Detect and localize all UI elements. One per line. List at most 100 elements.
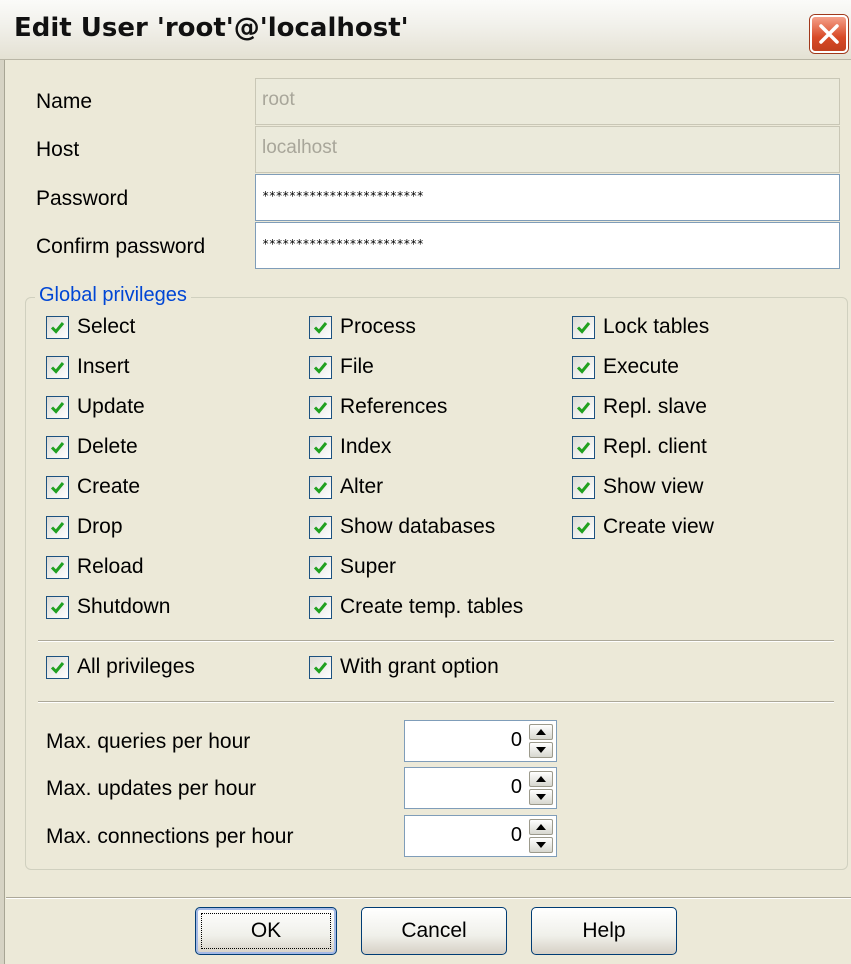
ok-button-label: OK — [250, 919, 282, 942]
checkbox-box — [309, 656, 332, 679]
separator — [38, 701, 834, 703]
separator — [38, 640, 834, 642]
checkbox-box — [46, 516, 69, 539]
checkbox-box — [309, 436, 332, 459]
max-updates-input[interactable]: 0 — [404, 767, 557, 809]
checkbox-box — [46, 436, 69, 459]
check-icon — [576, 322, 591, 334]
help-button[interactable]: Help — [531, 907, 677, 955]
checkbox-box — [309, 516, 332, 539]
check-icon — [50, 602, 65, 614]
check-icon — [576, 402, 591, 414]
spin-down-button[interactable] — [529, 789, 553, 805]
max-updates-spinner — [529, 771, 553, 805]
check-icon — [313, 602, 328, 614]
checkbox-box — [572, 396, 595, 419]
arrow-up-icon — [536, 776, 546, 782]
arrow-up-icon — [536, 729, 546, 735]
spin-up-button[interactable] — [529, 819, 553, 835]
check-icon — [50, 482, 65, 494]
checkbox-box — [309, 596, 332, 619]
spin-down-button[interactable] — [529, 742, 553, 758]
checkbox-box — [309, 356, 332, 379]
max-queries-spinner — [529, 724, 553, 758]
help-button-label: Help — [582, 919, 626, 942]
check-icon — [50, 662, 65, 674]
window-border — [0, 60, 5, 964]
check-icon — [313, 482, 328, 494]
all-privileges-label: All privileges — [77, 655, 195, 678]
check-icon — [313, 442, 328, 454]
privilege-label: Drop — [77, 515, 123, 538]
check-icon — [313, 522, 328, 534]
check-icon — [50, 402, 65, 414]
check-icon — [313, 362, 328, 374]
checkbox-box — [46, 356, 69, 379]
max-connections-label: Max. connections per hour — [46, 825, 294, 848]
check-icon — [50, 322, 65, 334]
spin-down-button[interactable] — [529, 837, 553, 853]
host-label: Host — [36, 138, 80, 161]
check-icon — [50, 442, 65, 454]
spin-up-button[interactable] — [529, 724, 553, 740]
checkbox-box — [309, 316, 332, 339]
password-field[interactable]: ************************ — [255, 174, 840, 221]
privilege-label: File — [340, 355, 374, 378]
title-bar: Edit User 'root'@'localhost' — [0, 0, 851, 60]
button-bar-separator — [6, 897, 851, 899]
checkbox-box — [46, 596, 69, 619]
checkbox-box — [309, 396, 332, 419]
cancel-button[interactable]: Cancel — [361, 907, 507, 955]
privilege-label: Repl. client — [603, 435, 707, 458]
privilege-label: Create view — [603, 515, 714, 538]
arrow-up-icon — [536, 824, 546, 830]
max-connections-input[interactable]: 0 — [404, 815, 557, 857]
checkbox-box — [309, 476, 332, 499]
checkbox-box — [572, 516, 595, 539]
name-field[interactable]: root — [255, 78, 840, 125]
checkbox-box — [46, 476, 69, 499]
max-updates-label: Max. updates per hour — [46, 777, 257, 800]
privilege-label: Shutdown — [77, 595, 171, 618]
check-icon — [313, 402, 328, 414]
check-icon — [313, 562, 328, 574]
check-icon — [50, 562, 65, 574]
checkbox-box — [572, 356, 595, 379]
max-connections-value: 0 — [510, 824, 522, 846]
check-icon — [50, 522, 65, 534]
max-queries-input[interactable]: 0 — [404, 720, 557, 762]
with-grant-option-label: With grant option — [340, 655, 499, 678]
check-icon — [576, 522, 591, 534]
check-icon — [576, 442, 591, 454]
privilege-label: Process — [340, 315, 416, 338]
privilege-label: Insert — [77, 355, 130, 378]
confirm-password-field[interactable]: ************************ — [255, 222, 840, 269]
ok-button[interactable]: OK — [195, 907, 337, 955]
dialog-title: Edit User 'root'@'localhost' — [14, 13, 409, 43]
host-field[interactable]: localhost — [255, 126, 840, 173]
privilege-label: Alter — [340, 475, 384, 498]
privilege-label: Execute — [603, 355, 679, 378]
check-icon — [50, 362, 65, 374]
max-queries-value: 0 — [510, 729, 522, 751]
global-privileges-title: Global privileges — [35, 284, 191, 307]
spin-up-button[interactable] — [529, 771, 553, 787]
edit-user-dialog: Edit User 'root'@'localhost' Name root H… — [0, 0, 851, 964]
privilege-label: Select — [77, 315, 136, 338]
check-icon — [313, 322, 328, 334]
arrow-down-icon — [536, 794, 546, 800]
checkbox-box — [46, 396, 69, 419]
privilege-label: Create — [77, 475, 141, 498]
privilege-label: Show databases — [340, 515, 496, 538]
checkbox-box — [46, 316, 69, 339]
privilege-label: Index — [340, 435, 392, 458]
privilege-label: Delete — [77, 435, 138, 458]
check-icon — [576, 482, 591, 494]
confirm-password-label: Confirm password — [36, 235, 206, 258]
privilege-label: Show view — [603, 475, 704, 498]
privilege-label: Update — [77, 395, 145, 418]
close-button[interactable] — [810, 15, 848, 53]
arrow-down-icon — [536, 747, 546, 753]
arrow-down-icon — [536, 842, 546, 848]
name-label: Name — [36, 90, 93, 113]
